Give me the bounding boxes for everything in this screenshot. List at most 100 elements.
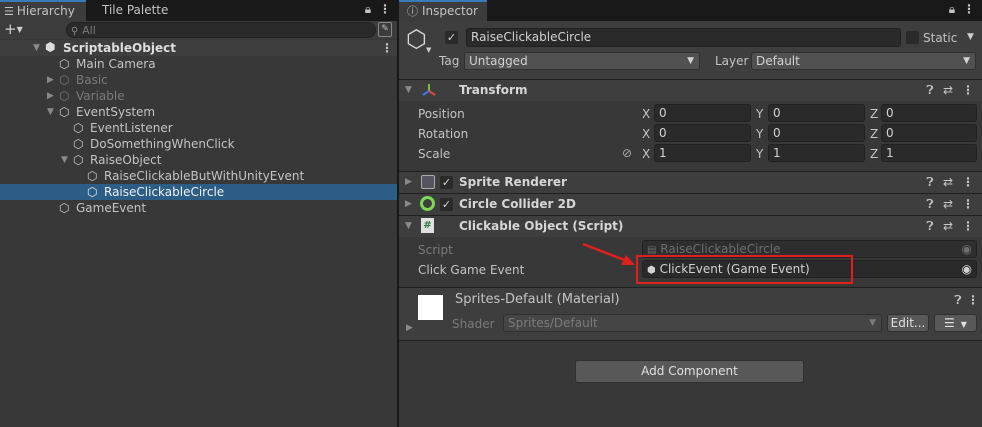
static-dropdown-arrow-icon[interactable]: ▼ xyxy=(967,32,974,42)
expand-arrow-icon[interactable]: ▼ xyxy=(61,152,68,168)
shader-label: Shader xyxy=(452,317,495,331)
scale-z-field[interactable]: 1 xyxy=(881,144,977,162)
collapsed-arrow-icon[interactable]: ▶ xyxy=(406,323,413,333)
gameobject-large-icon: ⬡ xyxy=(406,25,427,53)
circle-collider-enabled-toggle[interactable]: ✓ xyxy=(440,198,453,211)
lock-icon[interactable]: 🔒︎ xyxy=(945,2,959,17)
more-options-icon[interactable]: ⋮ xyxy=(963,2,975,16)
list-item-selected[interactable]: ⬡ RaiseClickableCircle xyxy=(0,184,397,200)
material-title: Sprites-Default (Material) xyxy=(455,292,620,307)
tab-inspector[interactable]: ⓘ Inspector xyxy=(399,0,487,21)
scale-x-field[interactable]: 1 xyxy=(654,144,751,162)
presets-icon[interactable]: ⇄ xyxy=(942,219,954,233)
static-toggle[interactable] xyxy=(906,31,919,44)
help-icon[interactable]: ❓︎ xyxy=(952,293,964,308)
object-name-field[interactable]: RaiseClickableCircle xyxy=(466,28,901,47)
expand-arrow-icon[interactable]: ▼ xyxy=(405,221,412,231)
tab-hierarchy[interactable]: ☰ Hierarchy xyxy=(0,0,86,21)
constrain-proportions-icon[interactable]: ⊘ xyxy=(619,146,635,160)
help-icon[interactable]: ❓︎ xyxy=(924,197,936,212)
rotation-z-field[interactable]: 0 xyxy=(881,124,977,142)
position-z-field[interactable]: 0 xyxy=(881,104,977,122)
layer-dropdown[interactable]: Default ▼ xyxy=(751,52,976,70)
list-item[interactable]: ⬡ EventListener xyxy=(0,120,397,136)
collapsed-arrow-icon[interactable]: ▶ xyxy=(405,199,412,209)
add-component-button[interactable]: Add Component xyxy=(575,360,804,383)
shader-dropdown[interactable]: Sprites/Default ▼ xyxy=(503,314,882,332)
list-item[interactable]: ▶ ⬡ Variable xyxy=(0,88,397,104)
edit-shader-button[interactable]: Edit... xyxy=(887,314,929,332)
icon-dropdown-arrow-icon[interactable]: ▼ xyxy=(426,46,431,54)
lock-icon[interactable]: 🔒︎ xyxy=(361,2,375,17)
help-icon[interactable]: ❓︎ xyxy=(924,219,936,234)
transform-icon xyxy=(421,82,437,98)
presets-icon[interactable]: ⇄ xyxy=(942,197,954,211)
object-picker-icon[interactable]: ◉ xyxy=(962,261,972,277)
chevron-down-icon: ▼ xyxy=(869,318,876,328)
csharp-script-icon: # xyxy=(421,218,434,233)
expand-arrow-icon[interactable]: ▼ xyxy=(47,104,54,120)
list-item[interactable]: ⬡ RaiseClickableButWithUnityEvent xyxy=(0,168,397,184)
list-item[interactable]: ▼ ⬡ EventSystem xyxy=(0,104,397,120)
axis-z-label[interactable]: Z xyxy=(870,127,878,141)
transform-title: Transform xyxy=(459,83,528,97)
gameobject-icon: ⬡ xyxy=(73,153,84,167)
chevron-down-icon: ▼ xyxy=(963,56,970,66)
sprite-renderer-icon xyxy=(421,175,435,189)
axis-y-label[interactable]: Y xyxy=(756,147,763,161)
scene-filter-icon[interactable]: ✎ xyxy=(378,22,392,37)
axis-z-label[interactable]: Z xyxy=(870,107,878,121)
search-input[interactable]: ⚲ All xyxy=(66,22,376,38)
list-item[interactable]: ▼ ⬡ RaiseObject xyxy=(0,152,397,168)
help-icon[interactable]: ❓︎ xyxy=(924,83,936,98)
presets-icon[interactable]: ⇄ xyxy=(942,83,954,97)
collapsed-arrow-icon[interactable]: ▶ xyxy=(47,72,54,88)
active-toggle[interactable]: ✓ xyxy=(445,31,458,44)
collapsed-arrow-icon[interactable]: ▶ xyxy=(405,177,412,187)
scene-row[interactable]: ▼ ⬢ ScriptableObject ⋮ xyxy=(0,40,397,56)
shader-options-button[interactable]: ☰ ▼ xyxy=(934,314,977,332)
scale-y-field[interactable]: 1 xyxy=(768,144,865,162)
position-y-field[interactable]: 0 xyxy=(768,104,865,122)
scene-name: ScriptableObject xyxy=(63,41,176,55)
sprite-renderer-enabled-toggle[interactable]: ✓ xyxy=(440,176,453,189)
layer-label: Layer xyxy=(715,54,749,68)
list-item[interactable]: ⬡ GameEvent xyxy=(0,200,397,216)
list-item[interactable]: ▶ ⬡ Basic xyxy=(0,72,397,88)
component-menu-icon[interactable]: ⋮ xyxy=(962,83,974,97)
axis-y-label[interactable]: Y xyxy=(756,127,763,141)
axis-x-label[interactable]: X xyxy=(642,107,650,121)
unity-scene-icon: ⬢ xyxy=(45,40,56,54)
presets-icon[interactable]: ⇄ xyxy=(942,175,954,189)
rotation-x-field[interactable]: 0 xyxy=(654,124,751,142)
rotation-y-field[interactable]: 0 xyxy=(768,124,865,142)
axis-x-label[interactable]: X xyxy=(642,147,650,161)
component-menu-icon[interactable]: ⋮ xyxy=(967,293,979,307)
list-item[interactable]: ⬡ Main Camera xyxy=(0,56,397,72)
collapsed-arrow-icon[interactable]: ▶ xyxy=(47,88,54,104)
axis-y-label[interactable]: Y xyxy=(756,107,763,121)
static-label: Static xyxy=(923,31,958,45)
expand-arrow-icon[interactable]: ▼ xyxy=(33,40,40,56)
more-options-icon[interactable]: ⋮ xyxy=(379,2,391,16)
search-icon: ⚲ xyxy=(71,26,79,37)
material-preview[interactable] xyxy=(418,295,443,320)
expand-arrow-icon[interactable]: ▼ xyxy=(405,85,412,95)
position-x-field[interactable]: 0 xyxy=(654,104,751,122)
axis-x-label[interactable]: X xyxy=(642,127,650,141)
tag-dropdown[interactable]: Untagged ▼ xyxy=(464,52,700,70)
create-button[interactable]: +▼ xyxy=(4,21,30,39)
clickable-object-title: Clickable Object (Script) xyxy=(459,219,624,233)
component-menu-icon[interactable]: ⋮ xyxy=(962,197,974,211)
component-menu-icon[interactable]: ⋮ xyxy=(962,175,974,189)
annotation-arrow-icon xyxy=(582,242,635,265)
axis-z-label[interactable]: Z xyxy=(870,147,878,161)
position-label: Position xyxy=(418,107,465,121)
tab-tile-palette[interactable]: Tile Palette xyxy=(88,0,188,21)
scene-menu-icon[interactable]: ⋮ xyxy=(381,40,393,56)
help-icon[interactable]: ❓︎ xyxy=(924,175,936,190)
chevron-down-icon: ▼ xyxy=(687,56,694,66)
component-menu-icon[interactable]: ⋮ xyxy=(962,219,974,233)
info-icon: ⓘ xyxy=(407,5,418,18)
list-item[interactable]: ⬡ DoSomethingWhenClick xyxy=(0,136,397,152)
